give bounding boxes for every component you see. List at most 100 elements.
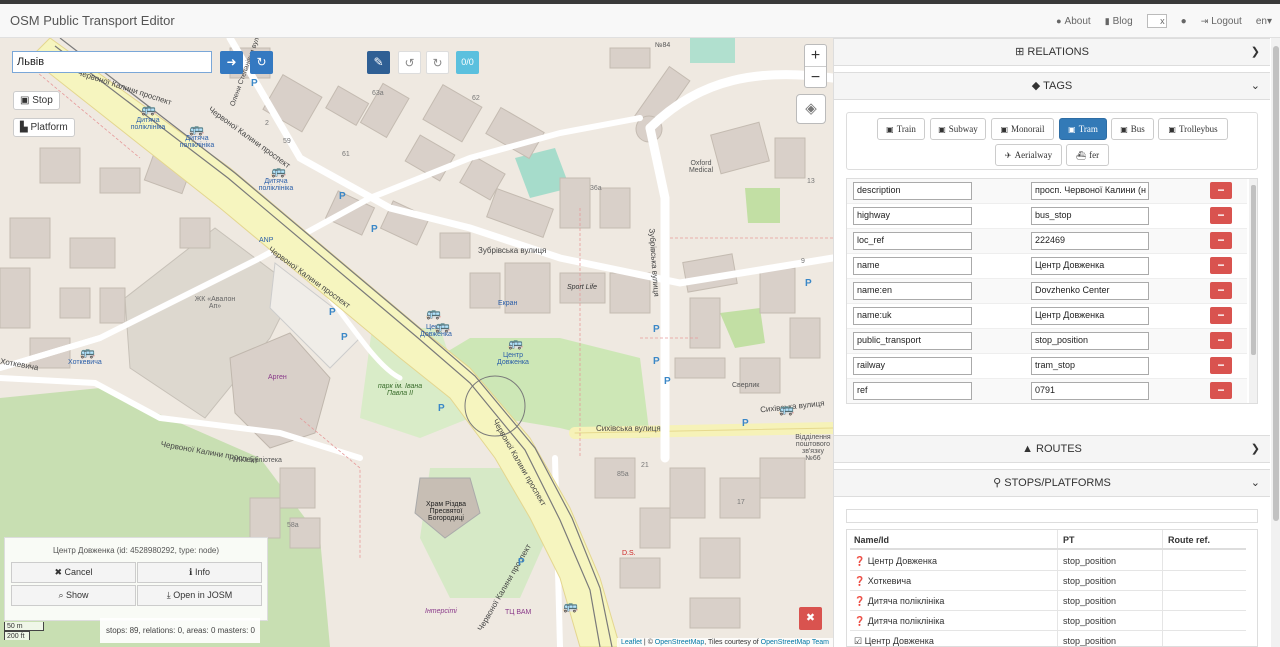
- col-name-header[interactable]: Name/Id: [854, 530, 889, 550]
- search-go-button[interactable]: ➜: [220, 51, 243, 74]
- open-josm-button[interactable]: ⤓ Open in JOSM: [137, 585, 262, 606]
- delete-tag-button[interactable]: −: [1210, 357, 1232, 374]
- redo-icon: ↻: [432, 56, 443, 70]
- bus-stop-icon[interactable]: 🚌: [426, 306, 441, 320]
- question-circle-icon: ❓: [854, 576, 866, 586]
- changes-badge-button[interactable]: 0/0: [456, 51, 479, 74]
- tag-value-input[interactable]: Центр Довженка: [1031, 307, 1149, 325]
- tag-key-input[interactable]: name: [853, 257, 972, 275]
- type-monorail-button[interactable]: ▣ Monorail: [991, 118, 1054, 140]
- app-title[interactable]: OSM Public Transport Editor: [10, 13, 175, 28]
- delete-tag-button[interactable]: −: [1210, 207, 1232, 224]
- nav-logout[interactable]: ⇥ Logout: [1201, 16, 1242, 27]
- stop-name: Центр Довженка: [867, 556, 938, 566]
- tag-key-input[interactable]: ref: [853, 382, 972, 400]
- tag-key-input[interactable]: railway: [853, 357, 972, 375]
- bus-stop-icon[interactable]: 🚌: [508, 336, 523, 350]
- bus-stop-icon[interactable]: 🚌: [779, 402, 794, 416]
- tag-value-input[interactable]: Центр Довженка: [1031, 257, 1149, 275]
- bus-stop-icon[interactable]: 🚌: [80, 345, 95, 359]
- tag-key-input[interactable]: description: [853, 182, 972, 200]
- nav-blog[interactable]: ▮ Blog: [1105, 16, 1133, 27]
- label-ds: D.S.: [622, 550, 636, 557]
- caret-down-icon: ▾: [1266, 15, 1272, 27]
- tag-value-input[interactable]: stop_position: [1031, 332, 1149, 350]
- delete-tag-button[interactable]: −: [1210, 382, 1232, 399]
- logout-icon: ⇥: [1200, 15, 1209, 26]
- nav-links: ● About ▮ Blog x ● ⇥ Logout en▾: [1056, 14, 1272, 28]
- routes-header[interactable]: ▲ ROUTES ❯: [834, 435, 1270, 463]
- stops-header[interactable]: ⚲ STOPS/PLATFORMS ⌄: [834, 469, 1270, 497]
- tag-value-input[interactable]: 0791: [1031, 382, 1149, 400]
- zoom-in-button[interactable]: +: [805, 45, 826, 66]
- tag-key-input[interactable]: name:en: [853, 282, 972, 300]
- type-bus-button[interactable]: ▣ Bus: [1111, 118, 1154, 140]
- language-dropdown[interactable]: en▾: [1256, 16, 1272, 27]
- add-stop-button[interactable]: ▣ Stop: [13, 91, 60, 110]
- osm-team-link[interactable]: OpenStreetMap Team: [761, 639, 829, 646]
- table-row[interactable]: ❓ Хоткевича stop_position: [850, 571, 1246, 591]
- table-row[interactable]: ❓ Дитяча поліклініка stop_position: [850, 591, 1246, 611]
- redo-button[interactable]: ↻: [426, 51, 449, 74]
- type-ferry-button[interactable]: ⛴ fer: [1066, 144, 1109, 166]
- stops-filter-input[interactable]: [846, 509, 1258, 523]
- table-row[interactable]: ❓ Центр Довженка stop_position: [850, 551, 1246, 571]
- delete-tag-button[interactable]: −: [1210, 307, 1232, 324]
- bus-stop-icon[interactable]: 🚌: [189, 122, 204, 136]
- show-button[interactable]: ⌕ Show: [11, 585, 136, 606]
- type-train-button[interactable]: ▣ Train: [877, 118, 925, 140]
- tag-value-input[interactable]: Dovzhenko Center: [1031, 282, 1149, 300]
- table-row[interactable]: ☑ Центр Довженка stop_position: [850, 631, 1246, 646]
- cancel-button[interactable]: ✖ Cancel: [11, 562, 136, 583]
- type-tram-button[interactable]: ▣ Tram: [1059, 118, 1107, 140]
- tag-key-input[interactable]: name:uk: [853, 307, 972, 325]
- nav-blog-label: Blog: [1112, 15, 1133, 27]
- delete-tag-button[interactable]: −: [1210, 182, 1232, 199]
- col-ref-header[interactable]: Route ref.: [1168, 530, 1210, 550]
- search-input[interactable]: [12, 51, 212, 73]
- cancel-label: Cancel: [64, 567, 93, 577]
- zoom-out-button[interactable]: −: [805, 66, 826, 87]
- close-map-button[interactable]: ✖: [799, 607, 822, 630]
- panel-scrollbar-thumb[interactable]: [1273, 46, 1279, 521]
- edit-button[interactable]: ✎: [367, 51, 390, 74]
- leaflet-link[interactable]: Leaflet: [621, 639, 642, 646]
- layers-button[interactable]: ◈: [796, 94, 826, 124]
- undo-button[interactable]: ↺: [398, 51, 421, 74]
- type-trolleybus-button[interactable]: ▣ Trolleybus: [1158, 118, 1228, 140]
- table-row[interactable]: ❓ Дитяча поліклініка stop_position: [850, 611, 1246, 631]
- panel-scrollbar[interactable]: [1271, 38, 1280, 647]
- tag-value-input[interactable]: просп. Червоної Калини (н: [1031, 182, 1149, 200]
- tag-key-input[interactable]: highway: [853, 207, 972, 225]
- tag-value-input[interactable]: 222469: [1031, 232, 1149, 250]
- chevron-right-icon: ❯: [1250, 443, 1260, 455]
- bus-stop-icon[interactable]: 🚌: [271, 164, 286, 178]
- add-platform-button[interactable]: ▙ Platform: [13, 118, 75, 137]
- label-num-61: 61: [342, 151, 350, 158]
- col-pt-header[interactable]: PT: [1063, 530, 1075, 550]
- delete-tag-button[interactable]: −: [1210, 282, 1232, 299]
- tag-key-input[interactable]: loc_ref: [853, 232, 972, 250]
- tag-value-input[interactable]: tram_stop: [1031, 357, 1149, 375]
- tags-scrollbar-thumb[interactable]: [1251, 185, 1256, 355]
- bus-stop-icon[interactable]: 🚌: [563, 599, 578, 613]
- delete-tag-button[interactable]: −: [1210, 332, 1232, 349]
- tags-header[interactable]: ◆ TAGS ⌄: [834, 72, 1270, 100]
- delete-tag-button[interactable]: −: [1210, 232, 1232, 249]
- osm-link[interactable]: OpenStreetMap: [655, 639, 704, 646]
- tags-scrollbar[interactable]: [1249, 179, 1257, 403]
- bus-stop-icon[interactable]: 🚌: [435, 319, 450, 333]
- relations-header[interactable]: ⊞ RELATIONS ❯: [834, 38, 1270, 66]
- info-icon: ℹ: [189, 567, 193, 577]
- tag-key-input[interactable]: public_transport: [853, 332, 972, 350]
- nav-about[interactable]: ● About: [1056, 16, 1091, 27]
- bus-stop-icon[interactable]: 🚌: [141, 102, 156, 116]
- type-aerialway-button[interactable]: ✈ Aerialway: [995, 144, 1062, 166]
- refresh-button[interactable]: ↻: [250, 51, 273, 74]
- delete-tag-button[interactable]: −: [1210, 257, 1232, 274]
- user-icon[interactable]: ●: [1181, 16, 1187, 27]
- type-subway-button[interactable]: ▣ Subway: [930, 118, 986, 140]
- map[interactable]: Червоної Калини проспект Червоної Калини…: [0, 38, 833, 647]
- tag-value-input[interactable]: bus_stop: [1031, 207, 1149, 225]
- info-button[interactable]: ℹ Info: [137, 562, 262, 583]
